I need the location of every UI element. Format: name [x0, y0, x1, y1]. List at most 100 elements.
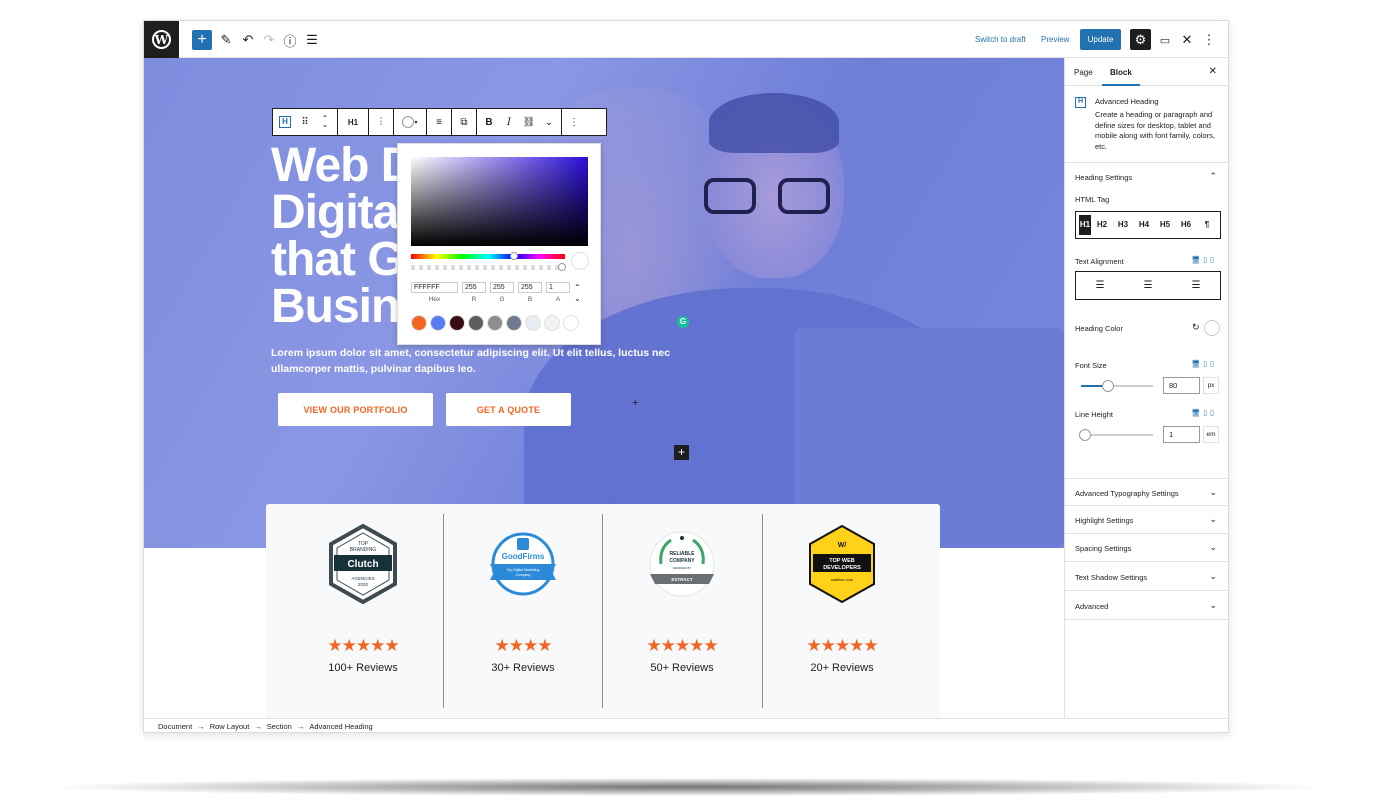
breadcrumb-advanced-heading[interactable]: Advanced Heading — [309, 722, 372, 731]
breadcrumb-row-layout[interactable]: Row Layout — [210, 722, 250, 731]
format-toggle-arrows-icon[interactable]: ⌃ ⌄ — [574, 282, 581, 304]
more-options-icon[interactable]: ⋮ — [1199, 30, 1219, 50]
font-size-unit-select[interactable]: px — [1203, 377, 1219, 394]
align-left-icon[interactable]: ☰ — [1096, 280, 1105, 291]
reset-color-icon[interactable]: ↻ — [1192, 322, 1200, 333]
block-type-button[interactable]: H — [277, 114, 293, 130]
color-swatch-1[interactable] — [411, 315, 427, 331]
wordpress-logo[interactable]: W — [144, 21, 179, 58]
advanced-panel-toggle[interactable]: Advanced ⌄ — [1065, 592, 1228, 620]
spacing-settings-panel-toggle[interactable]: Spacing Settings ⌄ — [1065, 534, 1228, 562]
breadcrumb: Document → Row Layout → Section → Advanc… — [144, 718, 1228, 732]
tag-h3-button[interactable]: H3 — [1113, 215, 1133, 235]
highlight-settings-panel-toggle[interactable]: Highlight Settings ⌄ — [1065, 506, 1228, 534]
wadline-badge-logo: W/ — [838, 542, 847, 549]
block-card: H Advanced Heading Create a heading or p… — [1065, 86, 1228, 163]
line-height-unit-select[interactable]: em — [1203, 426, 1219, 443]
redo-icon[interactable]: ↷ — [259, 30, 279, 50]
saturation-value-area[interactable] — [411, 157, 588, 246]
italic-icon[interactable]: I — [501, 114, 517, 130]
switch-to-draft-link[interactable]: Switch to draft — [975, 35, 1026, 44]
color-swatch-7[interactable] — [525, 315, 541, 331]
update-button[interactable]: Update — [1080, 29, 1121, 50]
device-toggle-icons[interactable]: 🖥▯▯ — [1191, 360, 1217, 368]
hero-paragraph[interactable]: Lorem ipsum dolor sit amet, consectetur … — [271, 345, 691, 377]
inline-block-inserter-button[interactable]: + — [674, 445, 689, 460]
clutch-badge-name: Clutch — [347, 559, 378, 570]
font-size-slider[interactable] — [1081, 380, 1153, 392]
line-height-slider-handle[interactable] — [1079, 429, 1091, 441]
wadline-badge: W/ TOP WEB DEVELOPERS wadline.com — [809, 524, 875, 604]
device-toggle-icons[interactable]: 🖥▯▯ — [1191, 409, 1217, 417]
color-swatch-3[interactable] — [449, 315, 465, 331]
blue-input[interactable]: 255 — [518, 282, 542, 293]
color-swatch-6[interactable] — [506, 315, 522, 331]
link-icon[interactable]: ⛓ — [521, 114, 537, 130]
font-size-input[interactable]: 80 — [1163, 377, 1200, 394]
align-right-icon[interactable]: ☰ — [1192, 280, 1201, 291]
drag-handle-icon[interactable]: ⠿ — [297, 114, 313, 130]
view-portfolio-button[interactable]: VIEW OUR PORTFOLIO — [278, 393, 433, 426]
font-size-slider-handle[interactable] — [1102, 380, 1114, 392]
alpha-slider-handle[interactable] — [558, 263, 566, 271]
text-color-button[interactable]: ▾ — [398, 114, 422, 130]
list-view-icon[interactable]: ☰ — [302, 30, 322, 50]
align-left-icon[interactable]: ≡ — [431, 114, 447, 130]
tag-h1-button[interactable]: H1 — [1079, 215, 1091, 235]
green-input[interactable]: 255 — [490, 282, 514, 293]
color-swatch-5[interactable] — [487, 315, 503, 331]
line-height-input[interactable]: 1 — [1163, 426, 1200, 443]
tag-h2-button[interactable]: H2 — [1092, 215, 1112, 235]
color-swatch-8[interactable] — [544, 315, 560, 331]
color-group: ▾ — [394, 109, 427, 135]
extract-reviews-count: 50+ Reviews — [650, 662, 714, 674]
advanced-typography-panel-toggle[interactable]: Advanced Typography Settings ⌄ — [1065, 478, 1228, 506]
color-swatch-2[interactable] — [430, 315, 446, 331]
edit-pencil-icon[interactable]: ✎ — [216, 30, 236, 50]
alpha-input[interactable]: 1 — [546, 282, 570, 293]
breadcrumb-document[interactable]: Document — [158, 722, 192, 731]
more-formats-chevron-icon[interactable]: ⌄ — [541, 114, 557, 130]
close-icon[interactable]: ✕ — [1209, 66, 1217, 77]
tag-paragraph-button[interactable]: ¶ — [1197, 215, 1217, 235]
tag-h5-button[interactable]: H5 — [1155, 215, 1175, 235]
move-up-down-icon[interactable]: ⌃ ⌄ — [317, 114, 333, 130]
text-shadow-settings-panel-toggle[interactable]: Text Shadow Settings ⌄ — [1065, 563, 1228, 591]
block-options-icon[interactable]: ⋮ — [566, 114, 582, 130]
color-swatch-9[interactable] — [563, 315, 579, 331]
hero-person-hair — [709, 93, 839, 153]
tag-h4-button[interactable]: H4 — [1134, 215, 1154, 235]
info-icon[interactable]: ⓘ — [280, 30, 300, 50]
undo-icon[interactable]: ↶ — [238, 30, 258, 50]
align-center-icon[interactable]: ☰ — [1144, 280, 1153, 291]
clutch-badge-agencies: AGENCIES — [351, 576, 374, 581]
tab-block[interactable]: Block — [1110, 68, 1132, 77]
color-swatch-4[interactable] — [468, 315, 484, 331]
settings-gear-icon[interactable]: ⚙ — [1130, 29, 1151, 50]
copy-styles-icon[interactable]: ⧉ — [456, 114, 472, 130]
toolset-icon[interactable]: ✕ — [1177, 30, 1197, 50]
alpha-slider[interactable] — [411, 265, 565, 270]
hue-slider-handle[interactable] — [510, 252, 518, 260]
breadcrumb-section[interactable]: Section — [267, 722, 292, 731]
hex-input[interactable]: FFFFFF — [411, 282, 458, 293]
alpha-label: A — [555, 296, 561, 303]
kadence-icon[interactable]: ▭ — [1155, 30, 1175, 50]
red-input[interactable]: 255 — [462, 282, 486, 293]
device-toggle-icons[interactable]: 🖥▯▯ — [1191, 256, 1217, 264]
get-quote-button[interactable]: GET A QUOTE — [446, 393, 571, 426]
preview-link[interactable]: Preview — [1041, 35, 1069, 44]
line-height-slider[interactable] — [1079, 429, 1153, 441]
grammarly-icon[interactable]: G — [677, 316, 689, 328]
tab-page[interactable]: Page — [1074, 68, 1093, 77]
block-inserter-button[interactable]: + — [192, 30, 212, 50]
heading-color-swatch[interactable] — [1204, 320, 1220, 336]
tag-h6-button[interactable]: H6 — [1176, 215, 1196, 235]
editor-window: W + ✎ ↶ ↷ ⓘ ☰ Switch to draft Preview Up… — [143, 20, 1229, 733]
chevron-down-icon: ⌄ — [1209, 542, 1217, 552]
hue-slider[interactable] — [411, 254, 565, 259]
text-align-toolbar-icon[interactable]: ⫶ — [373, 114, 389, 130]
bold-icon[interactable]: B — [481, 114, 497, 130]
heading-settings-panel-toggle[interactable]: Heading Settings ⌃ — [1065, 163, 1228, 191]
heading-level-button[interactable]: H1 — [342, 114, 364, 130]
